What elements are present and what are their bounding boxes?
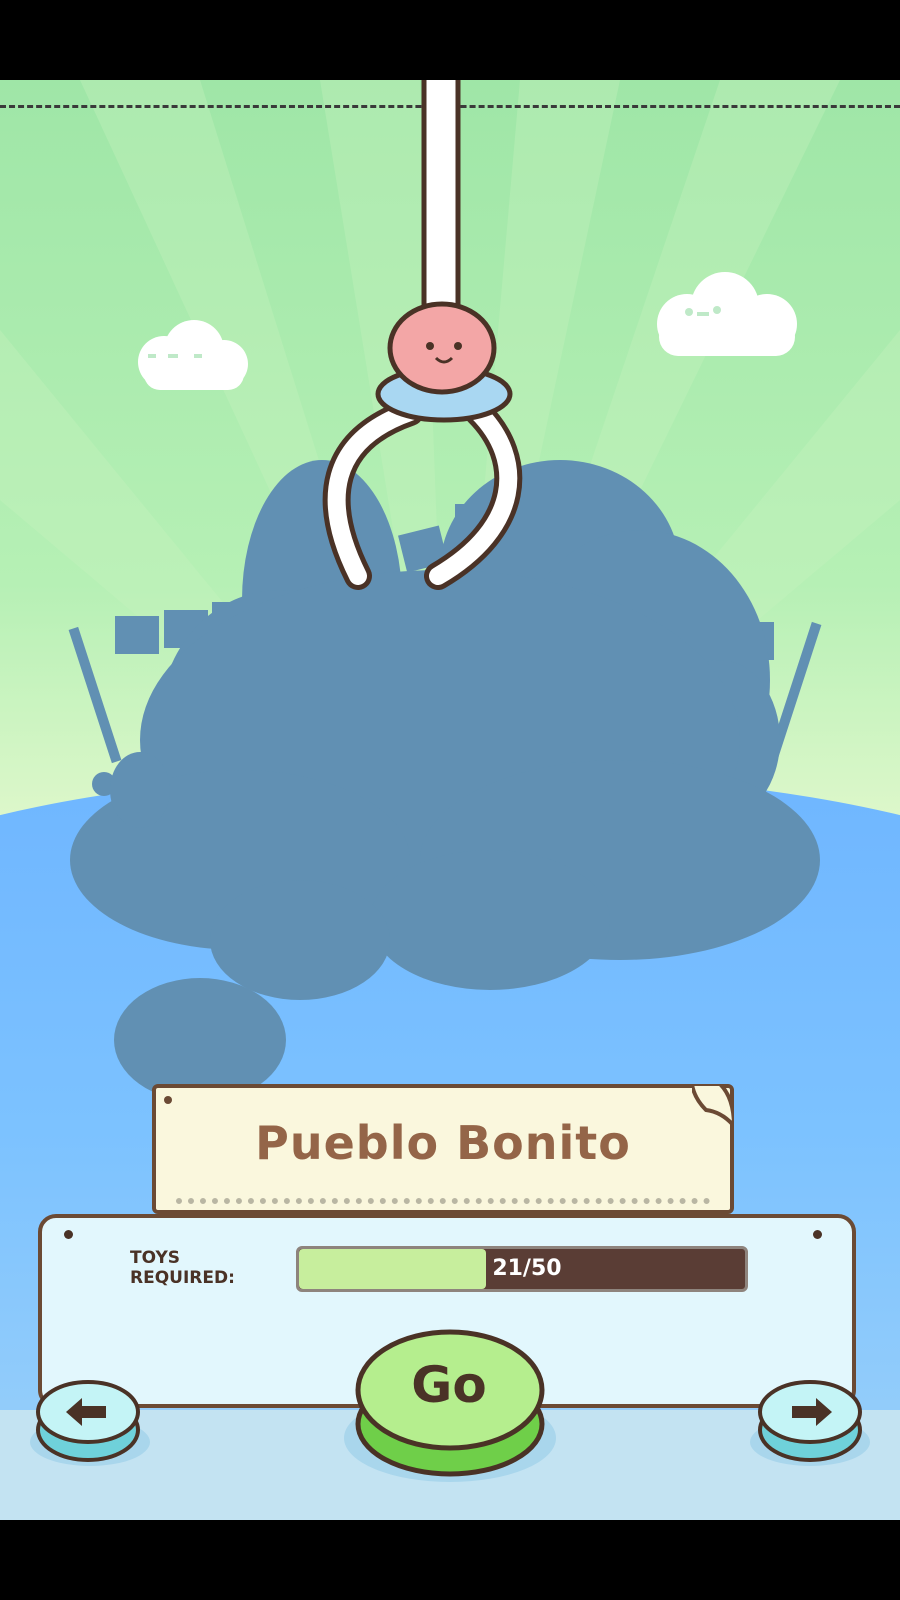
level-name: Pueblo Bonito (255, 1116, 631, 1170)
previous-level-button[interactable] (26, 1364, 156, 1474)
go-button[interactable]: Go (340, 1326, 558, 1486)
toys-label-line1: TOYS (130, 1248, 180, 1268)
next-level-button[interactable] (744, 1364, 874, 1474)
cloud-left (138, 320, 248, 390)
claw-grabber (322, 80, 523, 590)
pin-dot (164, 1096, 172, 1104)
go-label: Go (411, 1356, 487, 1414)
letterbox-bottom (0, 1520, 900, 1600)
letterbox-top (0, 0, 900, 80)
progress-fill (299, 1249, 487, 1289)
arrow-left-icon (30, 1380, 150, 1466)
arrow-right-icon (750, 1380, 870, 1466)
toys-required-label: TOYS REQUIRED: (130, 1248, 235, 1288)
pin-dot (64, 1230, 73, 1239)
game-screen: Pueblo Bonito TOYS REQUIRED: 21/50 Go (0, 0, 900, 1600)
progress-count: 21/50 (492, 1256, 562, 1281)
stitch-line (176, 1198, 710, 1204)
pin-dot (813, 1230, 822, 1239)
level-title-card: Pueblo Bonito (152, 1084, 734, 1214)
toys-progress-bar: 21/50 (296, 1246, 748, 1292)
toys-label-line2: REQUIRED: (130, 1268, 235, 1288)
cloud-right (657, 272, 797, 356)
